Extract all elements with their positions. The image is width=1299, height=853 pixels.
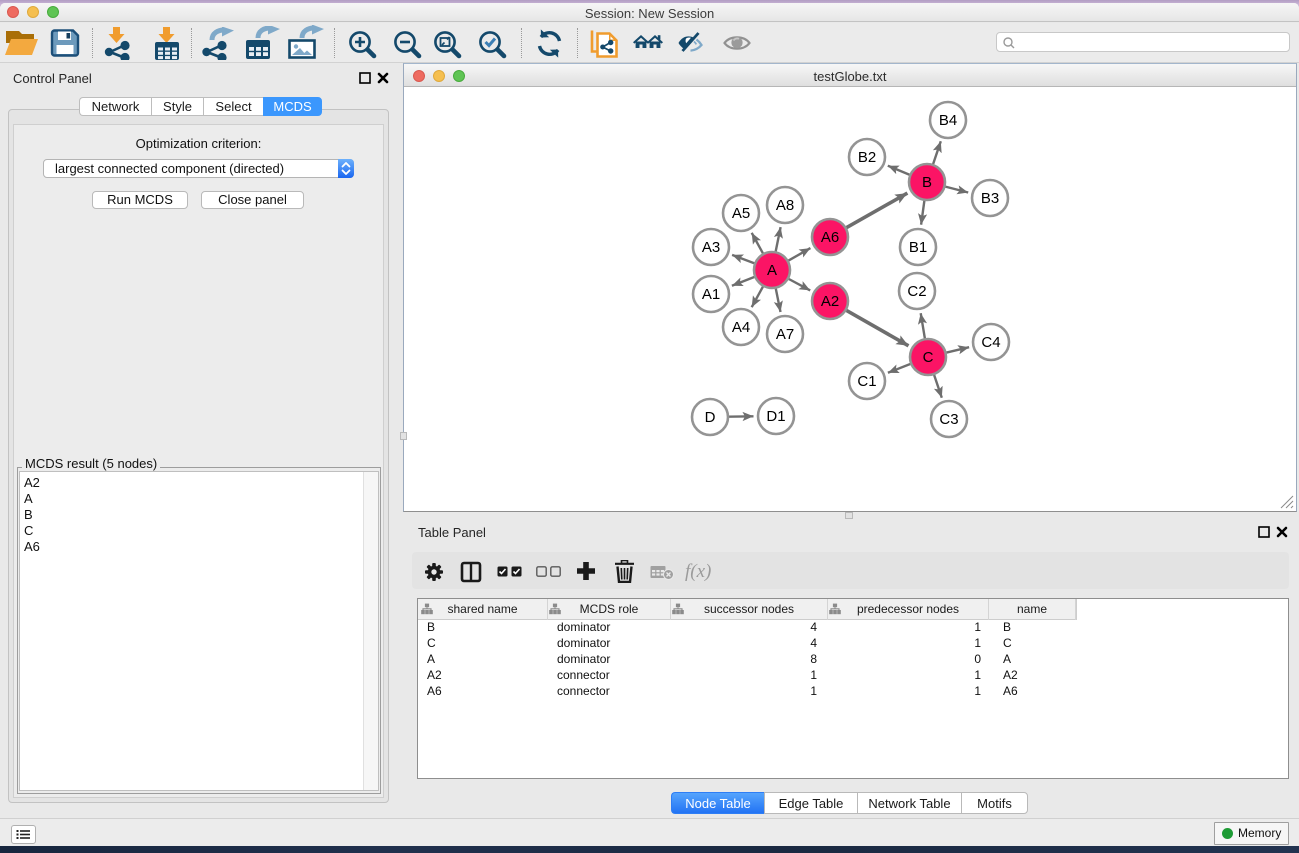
svg-text:B4: B4 xyxy=(939,112,957,129)
svg-text:C3: C3 xyxy=(939,411,958,428)
svg-text:B2: B2 xyxy=(858,149,876,166)
svg-text:C4: C4 xyxy=(981,334,1000,351)
svg-text:B1: B1 xyxy=(909,239,927,256)
svg-text:C2: C2 xyxy=(907,283,926,300)
svg-text:B3: B3 xyxy=(981,190,999,207)
svg-text:A: A xyxy=(767,262,777,279)
svg-text:A5: A5 xyxy=(732,205,750,222)
svg-text:C1: C1 xyxy=(857,373,876,390)
svg-text:B: B xyxy=(922,174,932,191)
svg-text:A4: A4 xyxy=(732,319,750,336)
svg-text:A8: A8 xyxy=(776,197,794,214)
svg-text:A1: A1 xyxy=(702,286,720,303)
svg-text:A2: A2 xyxy=(821,293,839,310)
svg-text:D: D xyxy=(705,409,716,426)
svg-text:C: C xyxy=(923,349,934,366)
svg-text:A7: A7 xyxy=(776,326,794,343)
svg-text:D1: D1 xyxy=(766,408,785,425)
svg-text:A6: A6 xyxy=(821,229,839,246)
svg-text:A3: A3 xyxy=(702,239,720,256)
